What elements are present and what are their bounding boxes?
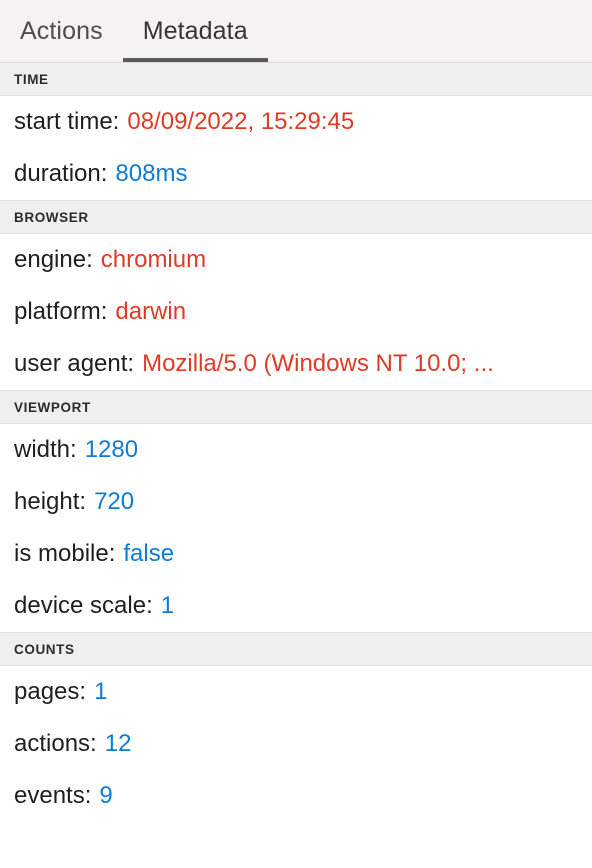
metadata-value: darwin [115,298,187,325]
metadata-key: is mobile: [14,540,116,567]
metadata-row-actions: actions: 12 [0,718,592,770]
section-time: TIME start time: 08/09/2022, 15:29:45 du… [0,63,592,200]
metadata-value: 1 [160,592,175,619]
metadata-value: 1 [94,678,108,705]
metadata-value: 720 [94,488,135,515]
tab-actions-label: Actions [20,16,103,45]
tab-bar: Actions Metadata [0,0,592,63]
metadata-value: 08/09/2022, 15:29:45 [127,108,355,135]
tab-metadata[interactable]: Metadata [122,0,268,62]
metadata-row-user-agent: user agent: Mozilla/5.0 (Windows NT 10.0… [0,338,592,390]
metadata-key: width: [14,436,77,463]
metadata-key: platform: [14,298,108,325]
metadata-key: pages: [14,678,87,705]
metadata-row-events: events: 9 [0,770,592,822]
section-header-time: TIME [0,63,592,96]
metadata-key: device scale: [14,592,153,619]
metadata-row-platform: platform: darwin [0,286,592,338]
metadata-value: 1280 [84,436,139,463]
metadata-value: false [123,540,175,567]
metadata-key: engine: [14,246,93,273]
metadata-key: height: [14,488,87,515]
metadata-row-width: width: 1280 [0,424,592,476]
metadata-value: Mozilla/5.0 (Windows NT 10.0; ... [142,350,494,377]
metadata-row-engine: engine: chromium [0,234,592,286]
metadata-row-pages: pages: 1 [0,666,592,718]
metadata-value: chromium [100,246,207,273]
section-header-viewport: VIEWPORT [0,390,592,424]
section-viewport: VIEWPORT width: 1280 height: 720 is mobi… [0,390,592,632]
metadata-row-device-scale: device scale: 1 [0,580,592,632]
section-header-browser: BROWSER [0,200,592,234]
metadata-row-is-mobile: is mobile: false [0,528,592,580]
section-browser: BROWSER engine: chromium platform: darwi… [0,200,592,390]
metadata-row-height: height: 720 [0,476,592,528]
metadata-row-start-time: start time: 08/09/2022, 15:29:45 [0,96,592,148]
section-counts: COUNTS pages: 1 actions: 12 events: 9 [0,632,592,822]
tab-actions[interactable]: Actions [0,0,123,62]
metadata-value: 808ms [115,160,188,187]
metadata-key: actions: [14,730,97,757]
metadata-value: 12 [104,730,132,757]
metadata-panel: TIME start time: 08/09/2022, 15:29:45 du… [0,63,592,868]
metadata-value: 9 [99,782,113,809]
metadata-row-duration: duration: 808ms [0,148,592,200]
metadata-key: events: [14,782,92,809]
metadata-key: user agent: [14,350,135,377]
tab-metadata-label: Metadata [142,16,248,45]
section-header-counts: COUNTS [0,632,592,666]
metadata-key: start time: [14,108,120,135]
metadata-key: duration: [14,160,108,187]
